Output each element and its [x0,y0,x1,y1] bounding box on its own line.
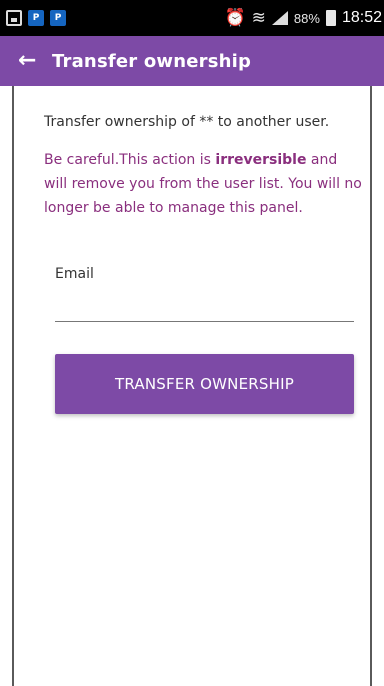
playstation-icon: P [28,10,44,26]
battery-icon [325,10,336,26]
status-bar: P P ⏰ ≋ 88% 18:52 [0,0,384,36]
signal-icon [271,11,288,25]
alarm-icon: ⏰ [224,8,246,27]
warning-text: Be careful.This action is irreversible a… [44,148,364,220]
app-bar: ← Transfer ownership [0,36,384,86]
battery-percent: 88% [293,10,320,26]
email-label: Email [55,266,94,282]
warning-prefix: Be careful.This action is [44,152,216,168]
warning-emphasis: irreversible [215,152,307,168]
clock: 18:52 [341,9,382,26]
notification-icons: P P [0,10,66,26]
system-status: ⏰ ≋ 88% 18:52 [225,8,384,28]
wifi-icon: ≋ [251,8,266,27]
email-field[interactable] [55,292,354,322]
intro-text: Transfer ownership of ** to another user… [44,114,330,130]
gallery-icon [6,10,22,26]
page-title: Transfer ownership [52,50,252,72]
back-arrow-icon[interactable]: ← [18,50,52,72]
transfer-ownership-button[interactable]: TRANSFER OWNERSHIP [55,354,354,414]
playstation-icon: P [50,10,66,26]
